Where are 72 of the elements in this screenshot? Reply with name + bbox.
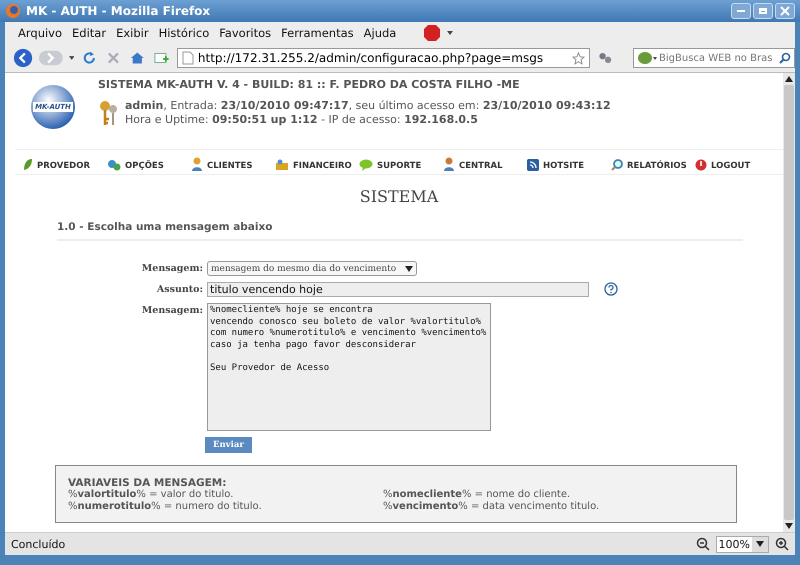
- search-engine-icon[interactable]: [637, 50, 658, 66]
- feed-icon: [527, 159, 539, 171]
- variable-description: %numerotitulo% = numero do titulo.: [68, 501, 263, 513]
- back-button[interactable]: [13, 47, 34, 69]
- nav-link[interactable]: HOTSITE: [527, 159, 611, 174]
- field-label: Mensagem:: [140, 304, 203, 316]
- menu-item[interactable]: Arquivo: [13, 26, 68, 40]
- system-title: SISTEMA MK-AUTH V. 4 - BUILD: 81 :: F. PEDRO DA COSTA FILHO -ME: [98, 78, 521, 91]
- help-icon[interactable]: [604, 282, 618, 296]
- stop-sign-icon[interactable]: [423, 24, 442, 42]
- menu-item[interactable]: Histórico: [154, 26, 214, 40]
- menu-item[interactable]: Favoritos: [214, 26, 276, 40]
- zoom-dropdown[interactable]: 100%: [716, 536, 769, 552]
- uptime-info: Hora e Uptime: 09:50:51 up 1:12 - IP de acesso: 192.168.0.5: [125, 113, 479, 127]
- nav-link[interactable]: RELATÓRIOS: [611, 159, 695, 174]
- nav-link[interactable]: FINANCEIRO: [275, 159, 359, 174]
- page-title: SISTEMA: [358, 187, 440, 206]
- window-title: MK - AUTH - Mozilla Firefox: [26, 4, 210, 18]
- maximize-button[interactable]: [753, 3, 773, 19]
- browser-icon: [5, 3, 21, 19]
- close-icon: [780, 6, 790, 16]
- variable-description: %valortitulo% = valor do titulo.: [68, 489, 234, 501]
- address-bar[interactable]: http://172.31.255.2/admin/configuracao.php?page=msgs: [176, 48, 590, 68]
- home-icon[interactable]: [130, 50, 144, 66]
- nav-link[interactable]: CLIENTES: [191, 157, 275, 174]
- bookmark-add-icon[interactable]: [154, 50, 169, 66]
- url-text: http://172.31.255.2/admin/configuracao.php?page=msgs: [198, 51, 544, 65]
- message-dropdown[interactable]: mensagem do mesmo dia do vencimento: [207, 261, 417, 276]
- section-heading: 1.0 - Escolha uma mensagem abaixo: [57, 221, 274, 233]
- leaf-icon: [23, 158, 33, 171]
- zoom-in-icon[interactable]: [775, 537, 789, 551]
- message-textarea[interactable]: %nomecliente% hoje se encontra vencendo conosco seu boleto de valor %valortitulo% com numero %numerotitulo% e vencimento %vencimento% caso ja tenha pago favor desconsiderar Seu Provedor de Acesso: [207, 303, 491, 431]
- reload-icon[interactable]: [82, 50, 97, 66]
- page-icon: [182, 51, 194, 65]
- search-icon[interactable]: [779, 52, 792, 64]
- status-text: Concluído: [11, 538, 66, 550]
- caret-icon: [756, 541, 764, 547]
- dropdown-arrow-icon[interactable]: [447, 31, 454, 35]
- search-field[interactable]: BigBusca WEB no Bras: [633, 48, 796, 68]
- menu-item[interactable]: Exibir: [111, 26, 154, 40]
- nav-link[interactable]: SUPORTE: [359, 159, 443, 174]
- speech-bubble-icon: [359, 159, 373, 171]
- close-button[interactable]: [775, 3, 795, 19]
- person-icon: [191, 157, 203, 171]
- variable-description: %nomecliente% = nome do cliente.: [383, 489, 572, 501]
- caret-icon: [405, 266, 413, 272]
- menu-item[interactable]: Ferramentas: [276, 26, 359, 40]
- nav-link[interactable]: PROVEDOR: [23, 158, 107, 174]
- minimize-button[interactable]: [731, 3, 751, 19]
- zoom-out-icon[interactable]: [696, 537, 710, 551]
- scrollbar[interactable]: [783, 73, 795, 532]
- menu-item[interactable]: Ajuda: [358, 26, 402, 40]
- login-info: admin, Entrada: 23/10/2010 09:47:17, seu último acesso em: 23/10/2010 09:43:12: [125, 99, 611, 113]
- power-icon: [695, 159, 707, 171]
- keys-icon: [98, 99, 120, 127]
- send-button[interactable]: Enviar: [205, 437, 252, 453]
- star-icon[interactable]: [572, 52, 586, 64]
- menu-item[interactable]: Editar: [67, 26, 112, 40]
- stop-icon[interactable]: [106, 51, 120, 65]
- variable-description: %vencimento% = data vencimento titulo.: [383, 501, 600, 513]
- dropdown-arrow-icon[interactable]: [68, 56, 74, 60]
- nav-link[interactable]: CENTRAL: [443, 157, 527, 174]
- field-label: Assunto:: [156, 283, 203, 295]
- person-icon: [443, 157, 455, 171]
- nav-link[interactable]: LOGOUT: [695, 159, 779, 174]
- variables-title: VARIAVEIS DA MENSAGEM:: [68, 477, 228, 489]
- scroll-up-icon[interactable]: [785, 76, 793, 82]
- field-label: Mensagem:: [140, 262, 203, 274]
- magnifier-icon: [611, 159, 623, 171]
- nav-link[interactable]: OPÇÕES: [107, 159, 191, 174]
- scroll-down-icon[interactable]: [785, 523, 793, 529]
- subject-field[interactable]: titulo vencendo hoje: [207, 282, 589, 297]
